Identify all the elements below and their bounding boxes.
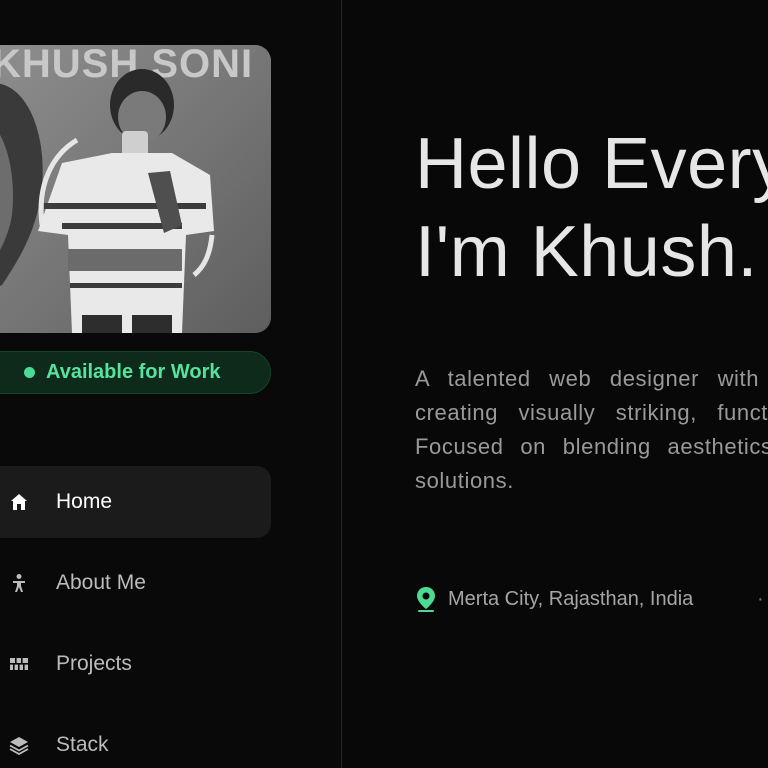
status-dot-icon [24,367,35,378]
nav-label: Home [56,490,113,513]
nav-label: Projects [56,652,132,675]
nav-item-about-me[interactable]: About Me [0,547,271,619]
profile-photo-image: KHUSH SONI [0,45,271,333]
sidebar: KHUSH SONI Available for Work Home About… [0,0,342,768]
availability-label: Available for Work [46,361,221,383]
person-icon [8,572,30,594]
nav-label: Stack [56,733,109,756]
availability-badge: Available for Work [0,351,271,394]
main-content: Hello Every I'm Khush. A talented web de… [343,0,768,768]
location: Merta City, Rajasthan, India [415,586,693,612]
bio-text: A talented web designer with a passion f… [415,366,768,493]
layers-icon [8,734,30,756]
sidebar-nav: Home About Me Projects Stack [0,466,271,768]
nav-item-stack[interactable]: Stack [0,709,271,768]
nav-label: About Me [56,571,146,594]
nav-item-home[interactable]: Home [0,466,271,538]
location-text: Merta City, Rajasthan, India [448,587,694,610]
hero-heading: Hello Every I'm Khush. [415,120,768,296]
profile-photo: KHUSH SONI [0,45,271,333]
hero-line-1: Hello Every [415,124,768,204]
home-icon [8,491,30,513]
separator-dot: · [757,588,764,610]
hero-line-2: I'm Khush. [415,212,758,292]
map-pin-icon [417,587,435,612]
nav-item-projects[interactable]: Projects [0,628,271,700]
grid-icon [8,653,30,675]
